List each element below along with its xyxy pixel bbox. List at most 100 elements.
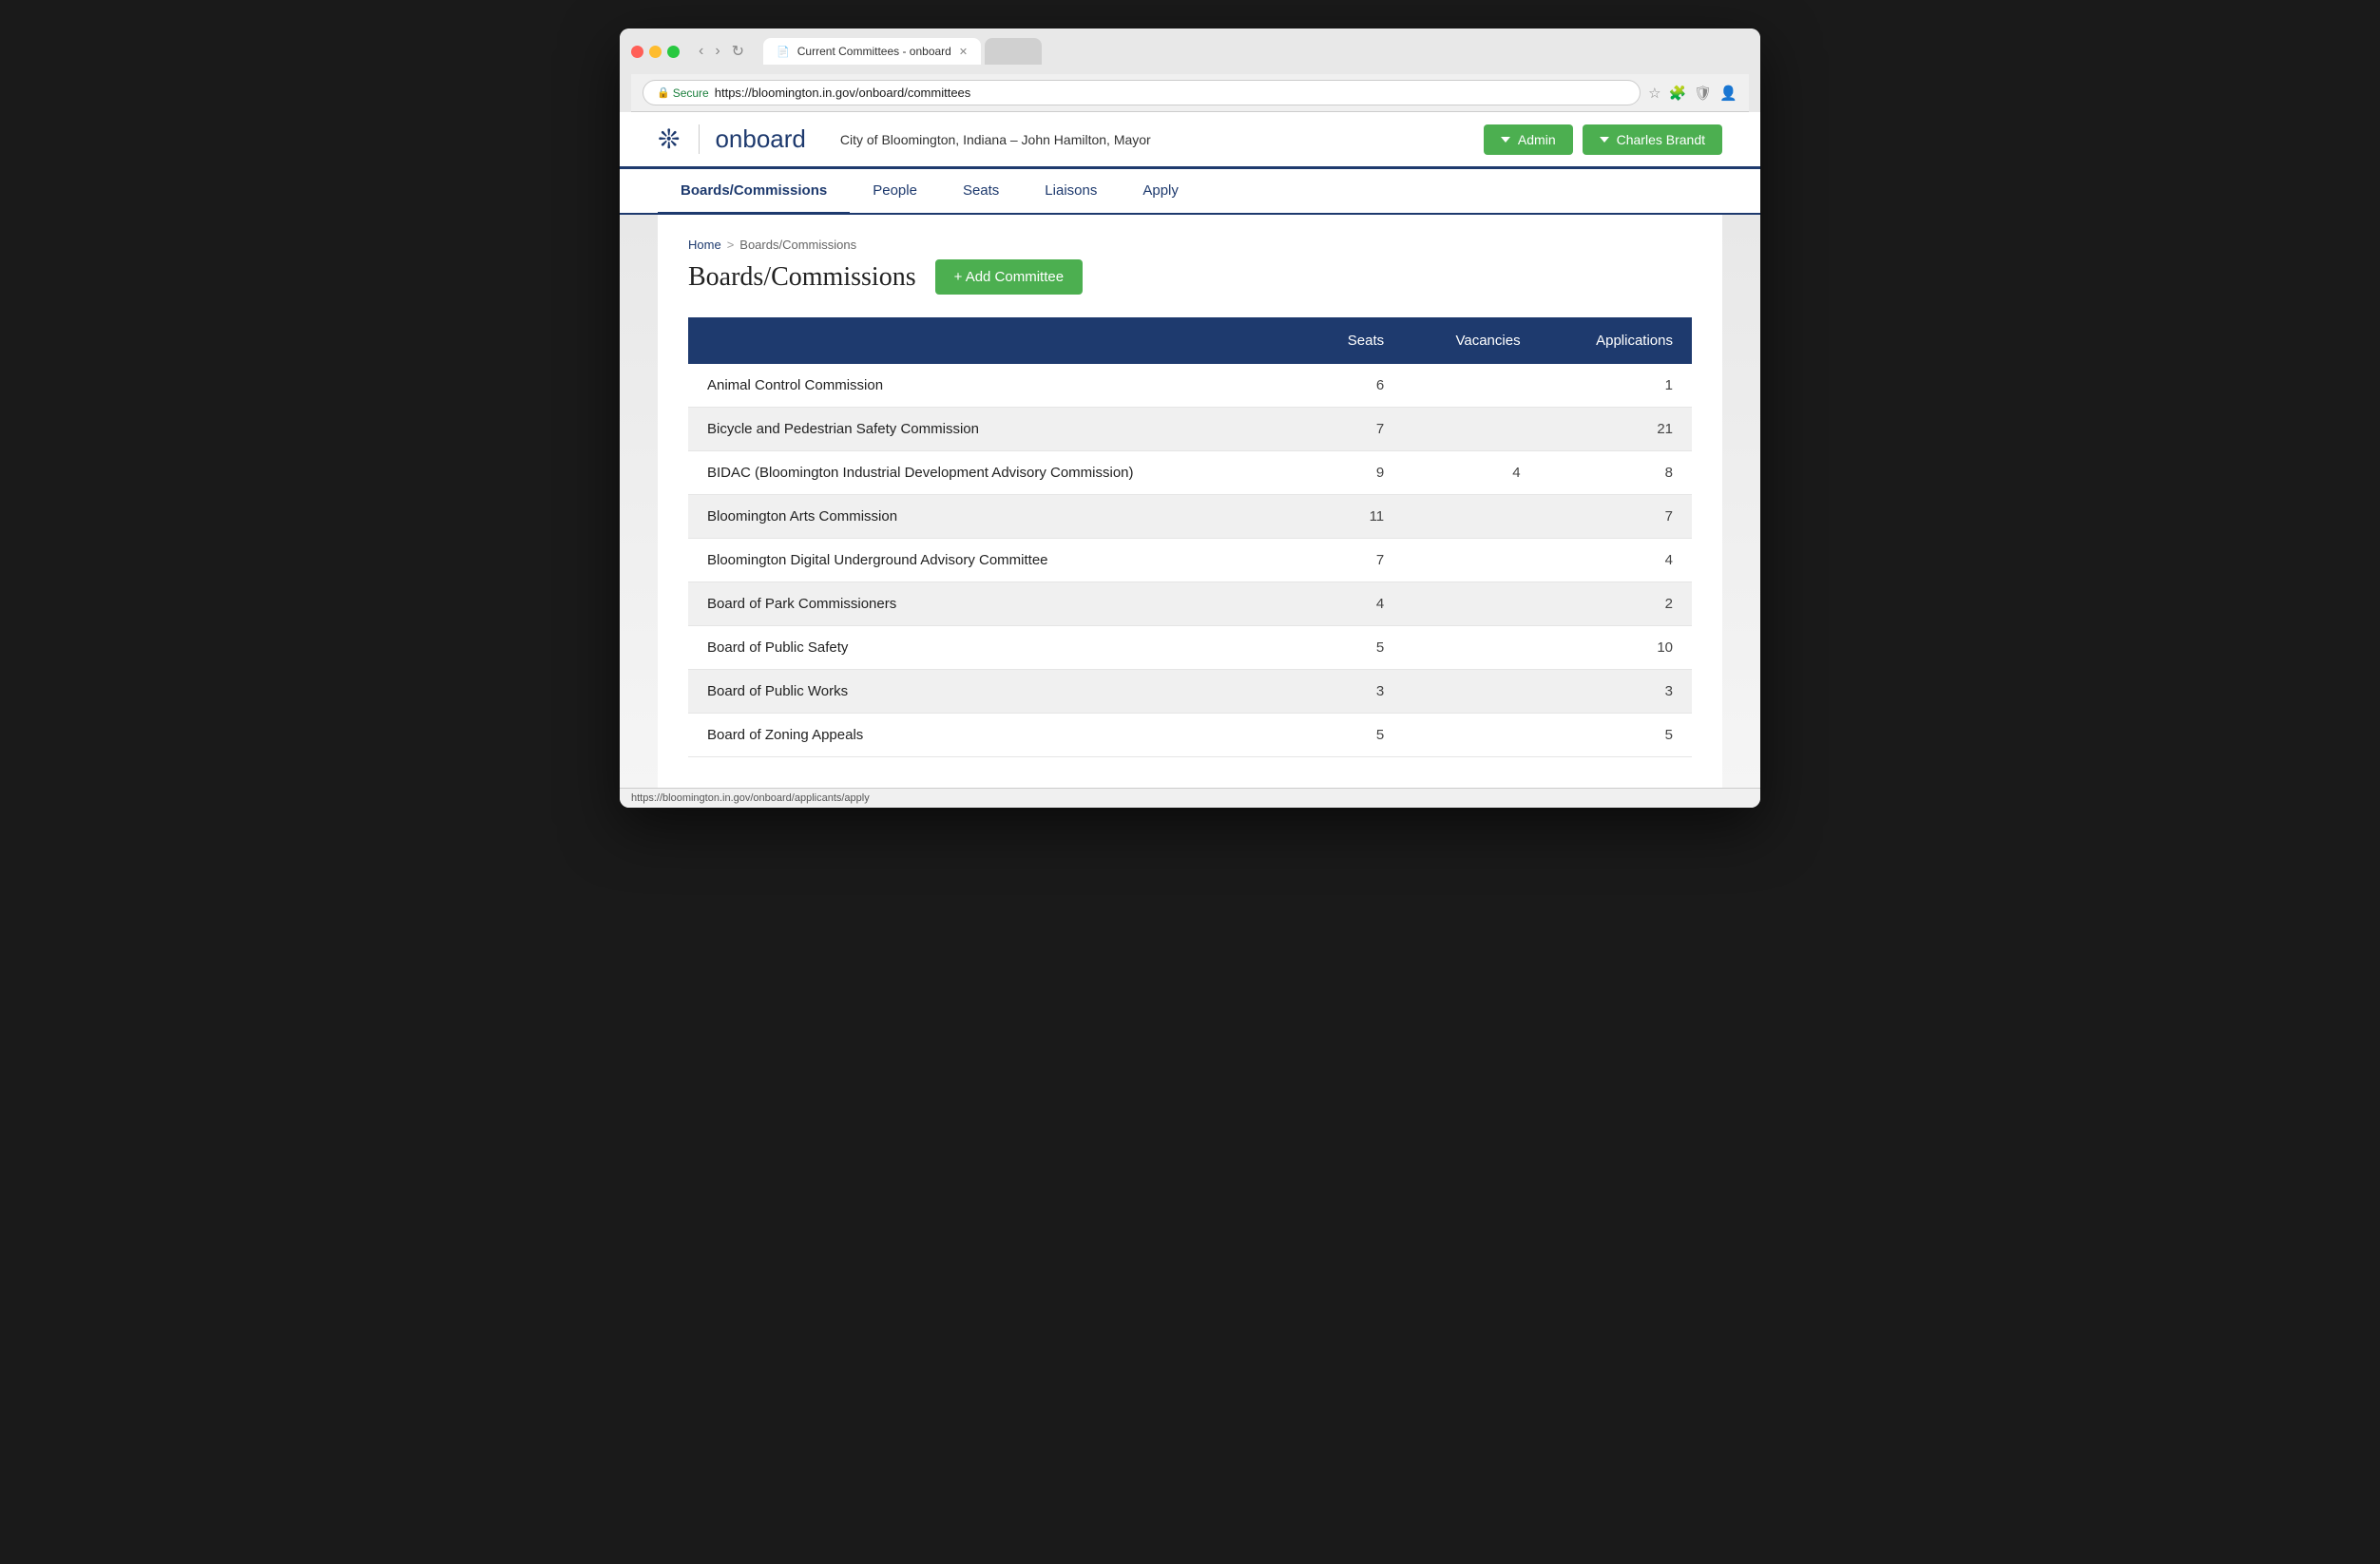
committee-seats: 5 — [1304, 714, 1403, 757]
nav-buttons: ‹ › ↻ — [695, 40, 748, 63]
user-menu-button[interactable]: Charles Brandt — [1583, 124, 1722, 155]
back-button[interactable]: ‹ — [695, 40, 707, 63]
committee-applications: 7 — [1540, 495, 1692, 539]
secure-label: Secure — [673, 86, 709, 100]
browser-statusbar: https://bloomington.in.gov/onboard/appli… — [620, 788, 1760, 808]
add-committee-button[interactable]: + Add Committee — [935, 259, 1083, 295]
table-row[interactable]: BIDAC (Bloomington Industrial Developmen… — [688, 451, 1692, 495]
tab-bar: 📄 Current Committees - onboard ✕ + — [763, 38, 1749, 65]
committee-name: Bicycle and Pedestrian Safety Commission — [688, 408, 1304, 451]
nav-item-liaisons[interactable]: Liaisons — [1022, 169, 1120, 215]
committee-seats: 5 — [1304, 626, 1403, 670]
logo-icon: ❊ — [658, 124, 680, 155]
committee-applications: 21 — [1540, 408, 1692, 451]
table-row[interactable]: Animal Control Commission 6 1 — [688, 364, 1692, 408]
browser-window: ‹ › ↻ 📄 Current Committees - onboard ✕ +… — [620, 29, 1760, 808]
table-row[interactable]: Board of Public Works 3 3 — [688, 670, 1692, 714]
address-url: https://bloomington.in.gov/onboard/commi… — [715, 86, 971, 100]
col-header-seats: Seats — [1304, 317, 1403, 364]
committee-vacancies — [1403, 714, 1539, 757]
nav-item-seats[interactable]: Seats — [940, 169, 1022, 215]
committee-seats: 3 — [1304, 670, 1403, 714]
reload-button[interactable]: ↻ — [728, 40, 748, 63]
tab-page-icon: 📄 — [777, 46, 790, 58]
maximize-button[interactable] — [667, 46, 680, 58]
committee-seats: 9 — [1304, 451, 1403, 495]
col-header-name — [688, 317, 1304, 364]
table-row[interactable]: Board of Public Safety 5 10 — [688, 626, 1692, 670]
committee-name: Animal Control Commission — [688, 364, 1304, 408]
committee-seats: 6 — [1304, 364, 1403, 408]
committee-applications: 2 — [1540, 582, 1692, 626]
admin-button[interactable]: Admin — [1484, 124, 1573, 155]
table-header-row: Seats Vacancies Applications — [688, 317, 1692, 364]
close-button[interactable] — [631, 46, 643, 58]
table-row[interactable]: Board of Park Commissioners 4 2 — [688, 582, 1692, 626]
active-tab[interactable]: 📄 Current Committees - onboard ✕ — [763, 38, 981, 65]
tab-close-button[interactable]: ✕ — [959, 46, 968, 58]
committee-applications: 4 — [1540, 539, 1692, 582]
admin-chevron-icon — [1501, 137, 1510, 143]
minimize-button[interactable] — [649, 46, 662, 58]
status-url: https://bloomington.in.gov/onboard/appli… — [631, 792, 870, 804]
breadcrumb: Home > Boards/Commissions — [688, 238, 1692, 252]
logo-area: ❊ onboard City of Bloomington, Indiana –… — [658, 124, 1151, 155]
committee-vacancies — [1403, 364, 1539, 408]
breadcrumb-home[interactable]: Home — [688, 238, 721, 252]
new-tab[interactable]: + — [985, 38, 1042, 65]
header-buttons: Admin Charles Brandt — [1484, 124, 1722, 155]
committee-seats: 4 — [1304, 582, 1403, 626]
committee-seats: 7 — [1304, 539, 1403, 582]
page-title: Boards/Commissions — [688, 262, 916, 293]
browser-controls: ‹ › ↻ 📄 Current Committees - onboard ✕ + — [631, 38, 1749, 65]
tab-title: Current Committees - onboard — [797, 45, 951, 58]
committee-name: Bloomington Arts Commission — [688, 495, 1304, 539]
user-icon[interactable]: 👤 — [1719, 85, 1737, 102]
secure-badge: 🔒 Secure — [657, 86, 709, 100]
committee-seats: 7 — [1304, 408, 1403, 451]
col-header-vacancies: Vacancies — [1403, 317, 1539, 364]
committee-vacancies — [1403, 539, 1539, 582]
table-header: Seats Vacancies Applications — [688, 317, 1692, 364]
nav-item-boards[interactable]: Boards/Commissions — [658, 169, 850, 215]
browser-titlebar: ‹ › ↻ 📄 Current Committees - onboard ✕ +… — [620, 29, 1760, 112]
address-input[interactable]: 🔒 Secure https://bloomington.in.gov/onbo… — [643, 80, 1641, 105]
table-body: Animal Control Commission 6 1 Bicycle an… — [688, 364, 1692, 757]
table-row[interactable]: Board of Zoning Appeals 5 5 — [688, 714, 1692, 757]
table-row[interactable]: Bicycle and Pedestrian Safety Commission… — [688, 408, 1692, 451]
nav-item-people[interactable]: People — [850, 169, 940, 215]
site-header: ❊ onboard City of Bloomington, Indiana –… — [620, 112, 1760, 169]
committee-name: Board of Zoning Appeals — [688, 714, 1304, 757]
bookmark-icon[interactable]: ☆ — [1648, 85, 1660, 102]
committee-vacancies — [1403, 670, 1539, 714]
user-chevron-icon — [1600, 137, 1609, 143]
main-nav: Boards/Commissions People Seats Liaisons… — [620, 169, 1760, 215]
committee-name: BIDAC (Bloomington Industrial Developmen… — [688, 451, 1304, 495]
site-title: City of Bloomington, Indiana – John Hami… — [840, 132, 1151, 147]
committee-applications: 5 — [1540, 714, 1692, 757]
forward-button[interactable]: › — [711, 40, 723, 63]
table-row[interactable]: Bloomington Arts Commission 11 7 — [688, 495, 1692, 539]
committee-applications: 8 — [1540, 451, 1692, 495]
extensions-icon[interactable]: 🧩 — [1669, 85, 1687, 102]
committee-applications: 10 — [1540, 626, 1692, 670]
shield-icon[interactable]: 🛡 — [1694, 85, 1712, 102]
committee-vacancies: 4 — [1403, 451, 1539, 495]
table-row[interactable]: Bloomington Digital Underground Advisory… — [688, 539, 1692, 582]
committee-applications: 1 — [1540, 364, 1692, 408]
breadcrumb-current: Boards/Commissions — [739, 238, 856, 252]
address-bar-row: 🔒 Secure https://bloomington.in.gov/onbo… — [631, 74, 1749, 112]
page-title-row: Boards/Commissions + Add Committee — [688, 259, 1692, 295]
nav-item-apply[interactable]: Apply — [1120, 169, 1201, 215]
committee-name: Board of Park Commissioners — [688, 582, 1304, 626]
page-content: ❊ onboard City of Bloomington, Indiana –… — [620, 112, 1760, 788]
committee-name: Board of Public Works — [688, 670, 1304, 714]
logo-text: onboard — [699, 124, 805, 154]
committees-table: Seats Vacancies Applications Animal Cont… — [688, 317, 1692, 757]
committee-name: Bloomington Digital Underground Advisory… — [688, 539, 1304, 582]
content-area: Home > Boards/Commissions Boards/Commiss… — [658, 215, 1722, 788]
committee-vacancies — [1403, 495, 1539, 539]
committee-vacancies — [1403, 626, 1539, 670]
page-body: Home > Boards/Commissions Boards/Commiss… — [620, 215, 1760, 788]
committee-applications: 3 — [1540, 670, 1692, 714]
